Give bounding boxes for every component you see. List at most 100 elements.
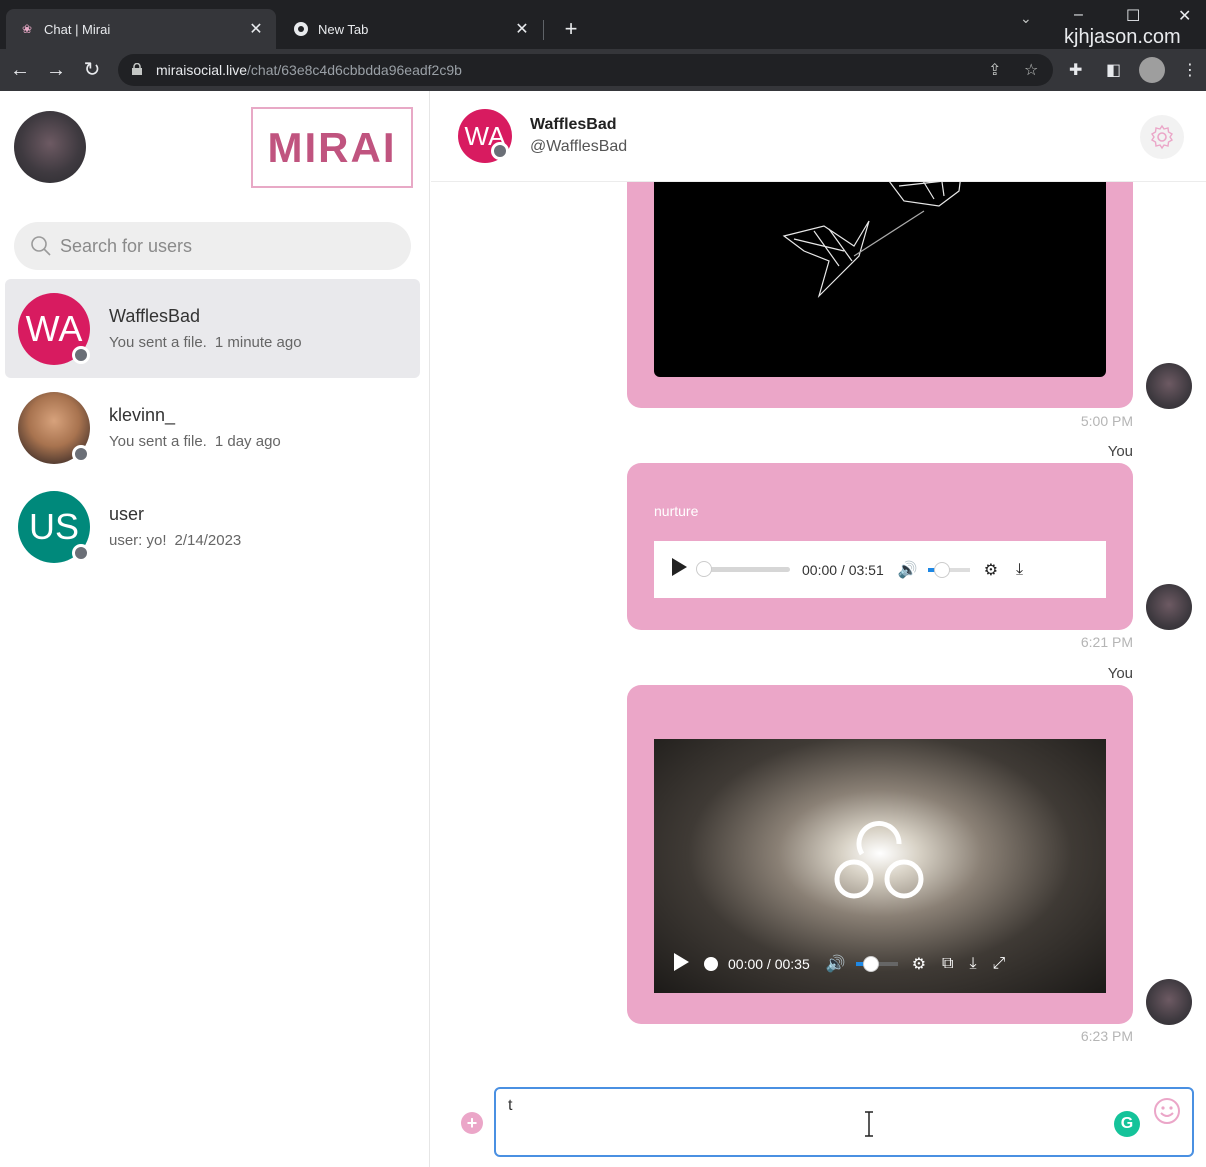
tab-search-chevron-icon[interactable]: ⌄ [1020, 10, 1032, 27]
message-input[interactable] [508, 1097, 1098, 1147]
video-player[interactable] [654, 150, 1106, 377]
url-text: miraisocial.live/chat/63e8c4d6cbbdda96ea… [156, 62, 462, 78]
conversation-preview: You sent a file. 1 day ago [109, 433, 281, 450]
side-panel-icon[interactable]: ◧ [1106, 60, 1121, 80]
preview-text: user: yo! [109, 532, 167, 549]
hummingbird-video-frame [782, 150, 965, 299]
current-user-avatar[interactable] [14, 111, 86, 183]
volume-icon[interactable]: 🔊 [898, 560, 918, 580]
conversation-name: user [109, 504, 145, 524]
duration: 00:35 [774, 956, 810, 972]
chrome-favicon-icon [292, 22, 310, 36]
message-bubble-video [627, 150, 1133, 408]
tab-new-tab[interactable]: New Tab ✕ [280, 9, 542, 49]
mirai-app: MIRAI WA WafflesBad You sent a file.1 mi… [0, 91, 1206, 1167]
download-icon[interactable]: ⤓ [969, 955, 976, 973]
user-search[interactable] [14, 222, 411, 270]
progress-knob[interactable] [696, 561, 712, 577]
extensions-puzzle-icon[interactable]: ✚ [1069, 60, 1082, 80]
preview-time: 1 minute ago [214, 334, 302, 351]
text-cursor-icon [865, 1111, 873, 1137]
replay-icon [834, 821, 924, 899]
audio-title: nurture [654, 503, 699, 519]
settings-gear-icon[interactable]: ⚙ [984, 560, 998, 580]
tab-close-icon[interactable]: ✕ [248, 19, 264, 39]
volume-icon[interactable]: 🔊 [826, 954, 846, 974]
contact-handle: @WafflesBad [530, 138, 628, 155]
add-attachment-button[interactable]: + [461, 1112, 483, 1134]
contact-name: WafflesBad [530, 116, 617, 133]
profile-avatar[interactable] [1139, 57, 1165, 83]
maximize-button[interactable]: ☐ [1126, 6, 1140, 26]
emoji-icon[interactable] [1153, 1097, 1181, 1125]
popout-icon[interactable]: ⧉ [942, 955, 953, 973]
play-icon[interactable] [670, 557, 688, 582]
new-tab-button[interactable]: + [560, 16, 582, 42]
fullscreen-icon[interactable]: ⤢ [993, 955, 1006, 973]
lock-icon [132, 63, 142, 75]
url-host: miraisocial.live [156, 62, 248, 78]
sender-avatar [1146, 363, 1192, 409]
sender-avatar [1146, 584, 1192, 630]
duration: 03:51 [848, 561, 884, 578]
browser-chrome: ❀ Chat | Mirai ✕ New Tab ✕ + ⌄ – ☐ ✕ kjh… [0, 0, 1206, 91]
share-icon[interactable]: ⇪ [988, 60, 1001, 80]
progress-knob[interactable] [704, 957, 718, 971]
conversation-name: WafflesBad [109, 306, 201, 326]
video-controls: 00:00 / 00:35 🔊 ⚙ ⧉ ⤓ ⤢ [654, 935, 1106, 993]
grammarly-icon[interactable]: G [1114, 1111, 1140, 1137]
tab-title: Chat | Mirai [44, 21, 111, 37]
mirai-logo: MIRAI [251, 107, 413, 188]
mirai-favicon-icon: ❀ [21, 22, 33, 36]
volume-knob[interactable] [933, 561, 950, 578]
offline-status-dot [72, 346, 90, 364]
preview-text: You sent a file. [109, 433, 207, 450]
settings-gear-icon[interactable]: ⚙ [912, 954, 926, 974]
message-sender: You [1107, 665, 1133, 682]
tab-chat-mirai[interactable]: ❀ Chat | Mirai ✕ [6, 9, 276, 49]
current-time: 00:00 [728, 956, 764, 972]
conversation-user[interactable]: US user user: yo! 2/14/2023 [5, 477, 420, 576]
chat-pane: WA WafflesBad @WafflesBad 5:00 PM You nu… [431, 91, 1206, 1167]
preview-text: You sent a file. [109, 334, 207, 351]
conversation-klevinn[interactable]: klevinn_ You sent a file. 1 day ago [5, 378, 420, 477]
search-input[interactable] [60, 235, 380, 257]
tab-title: New Tab [318, 21, 369, 37]
back-arrow-icon[interactable]: ← [8, 58, 32, 82]
forward-arrow-icon[interactable]: → [44, 58, 68, 82]
tab-close-icon[interactable]: ✕ [514, 19, 530, 39]
conversation-preview: user: yo! 2/14/2023 [109, 532, 241, 549]
message-bubble-audio: nurture 00:00 / 03:51 🔊 ⚙ ⤓ [627, 463, 1133, 630]
chat-settings-button[interactable] [1140, 115, 1184, 159]
reload-icon[interactable]: ↻ [80, 58, 104, 82]
audio-timecode: 00:00 / 03:51 [802, 561, 884, 578]
message-composer[interactable]: G [494, 1087, 1194, 1157]
url-path: /chat/63e8c4d6cbbdda96eadf2c9b [247, 62, 462, 78]
more-menu-icon[interactable]: ⋮ [1182, 60, 1198, 80]
preview-time: 2/14/2023 [174, 532, 242, 549]
video-timecode: 00:00 / 00:35 [728, 956, 810, 972]
browser-toolbar: ← → ↻ miraisocial.live/chat/63e8c4d6cbbd… [0, 49, 1206, 91]
current-time: 00:00 [802, 561, 838, 578]
message-sender: You [1107, 443, 1133, 460]
audio-player[interactable]: 00:00 / 03:51 🔊 ⚙ ⤓ [654, 541, 1106, 598]
volume-slider[interactable] [855, 956, 898, 972]
bookmark-star-icon[interactable]: ☆ [1024, 60, 1038, 80]
download-icon[interactable]: ⤓ [1016, 561, 1023, 579]
message-time: 6:21 PM [1080, 634, 1133, 650]
conversation-wafflesbad[interactable]: WA WafflesBad You sent a file. 1 minute a… [5, 279, 420, 378]
chat-header: WA WafflesBad @WafflesBad [431, 91, 1206, 182]
conversation-preview: You sent a file. 1 minute ago [109, 334, 302, 351]
offline-status-dot [491, 142, 509, 160]
play-icon[interactable] [672, 952, 690, 977]
minimize-button[interactable]: – [1074, 6, 1083, 24]
audio-progress-slider[interactable] [696, 561, 790, 577]
tab-separator [543, 20, 544, 40]
address-bar[interactable]: miraisocial.live/chat/63e8c4d6cbbdda96ea… [118, 54, 1053, 86]
offline-status-dot [72, 544, 90, 562]
close-window-button[interactable]: ✕ [1178, 6, 1191, 26]
volume-slider[interactable] [927, 561, 970, 578]
volume-knob[interactable] [862, 956, 879, 972]
preview-time: 1 day ago [214, 433, 281, 450]
video-player[interactable]: 00:00 / 00:35 🔊 ⚙ ⧉ ⤓ ⤢ [654, 739, 1106, 993]
